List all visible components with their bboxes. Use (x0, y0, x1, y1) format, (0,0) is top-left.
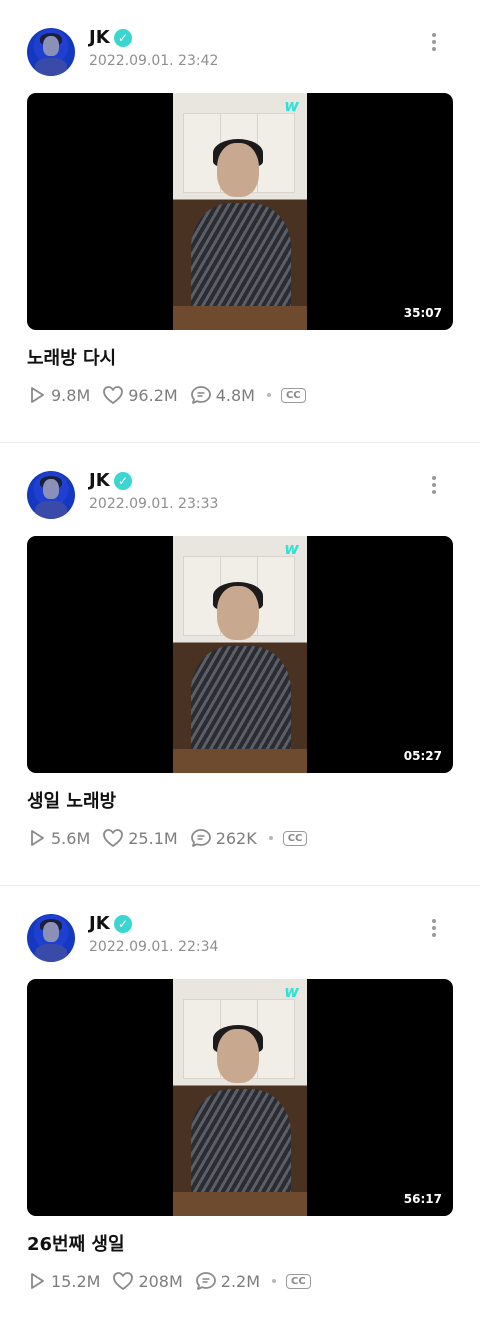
plays-stat: 15.2M (27, 1271, 100, 1291)
author-avatar[interactable] (27, 471, 75, 519)
post-date: 2022.09.01. 23:33 (89, 496, 219, 512)
video-thumbnail[interactable]: w 05:27 (27, 536, 453, 773)
more-options-button[interactable] (424, 30, 444, 54)
comments-stat[interactable]: 4.8M (190, 385, 255, 405)
plays-count: 9.8M (51, 385, 91, 405)
likes-count: 208M (138, 1271, 183, 1291)
separator-dot (266, 393, 271, 397)
verified-badge-icon: ✓ (114, 472, 132, 490)
heart-icon (103, 386, 124, 404)
comment-icon (195, 1272, 216, 1290)
comment-icon (190, 829, 211, 847)
post-title[interactable]: 26번째 생일 (27, 1230, 125, 1256)
post-date: 2022.09.01. 23:42 (89, 53, 219, 69)
post-title[interactable]: 생일 노래방 (27, 787, 116, 813)
video-frame: w (173, 93, 307, 330)
verified-badge-icon: ✓ (114, 915, 132, 933)
cc-subtitle-icon: CC (282, 830, 308, 846)
video-thumbnail[interactable]: w 35:07 (27, 93, 453, 330)
weverse-logo-icon: w (284, 982, 299, 1001)
likes-count: 96.2M (128, 385, 178, 405)
post-card: JK ✓ 2022.09.01. 23:42 w 35:07 노래방 다시 9.… (0, 0, 480, 442)
more-vertical-icon (432, 33, 436, 37)
comments-stat[interactable]: 2.2M (195, 1271, 260, 1291)
comments-count: 4.8M (215, 385, 255, 405)
author-name[interactable]: JK (89, 27, 110, 48)
video-frame: w (173, 979, 307, 1216)
post-feed: JK ✓ 2022.09.01. 23:42 w 35:07 노래방 다시 9.… (0, 0, 480, 1328)
cc-subtitle-icon: CC (280, 387, 306, 403)
post-card: JK ✓ 2022.09.01. 22:34 w 56:17 26번째 생일 1… (0, 885, 480, 1328)
post-title[interactable]: 노래방 다시 (27, 344, 116, 370)
more-options-button[interactable] (424, 916, 444, 940)
heart-icon (103, 829, 124, 847)
likes-stat[interactable]: 96.2M (102, 385, 178, 405)
author-name[interactable]: JK (89, 913, 110, 934)
plays-count: 15.2M (51, 1271, 101, 1291)
likes-count: 25.1M (128, 828, 178, 848)
separator-dot (268, 836, 273, 840)
play-icon (31, 1273, 44, 1289)
weverse-logo-icon: w (284, 96, 299, 115)
post-card: JK ✓ 2022.09.01. 23:33 w 05:27 생일 노래방 5.… (0, 442, 480, 885)
author-name[interactable]: JK (89, 470, 110, 491)
comments-count: 262K (215, 828, 257, 848)
separator-dot (272, 1279, 277, 1283)
video-duration: 35:07 (403, 306, 442, 320)
author-avatar[interactable] (27, 914, 75, 962)
heart-icon (113, 1272, 134, 1290)
plays-stat: 5.6M (27, 828, 90, 848)
video-duration: 05:27 (403, 749, 442, 763)
likes-stat[interactable]: 208M (112, 1271, 183, 1291)
more-options-button[interactable] (424, 473, 444, 497)
post-date: 2022.09.01. 22:34 (89, 939, 219, 955)
play-icon (31, 830, 44, 846)
comments-count: 2.2M (220, 1271, 261, 1291)
plays-count: 5.6M (51, 828, 91, 848)
video-thumbnail[interactable]: w 56:17 (27, 979, 453, 1216)
post-stats: 9.8M 96.2M 4.8M CC (27, 384, 306, 406)
play-icon (31, 387, 44, 403)
post-stats: 5.6M 25.1M 262K CC (27, 827, 308, 849)
author-avatar[interactable] (27, 28, 75, 76)
comment-icon (190, 386, 211, 404)
cc-subtitle-icon: CC (286, 1273, 311, 1289)
video-duration: 56:17 (403, 1192, 442, 1206)
likes-stat[interactable]: 25.1M (102, 828, 178, 848)
verified-badge-icon: ✓ (114, 29, 132, 47)
video-frame: w (173, 536, 307, 773)
more-vertical-icon (432, 476, 436, 480)
more-vertical-icon (432, 919, 436, 923)
plays-stat: 9.8M (27, 385, 90, 405)
weverse-logo-icon: w (284, 539, 299, 558)
comments-stat[interactable]: 262K (190, 828, 257, 848)
